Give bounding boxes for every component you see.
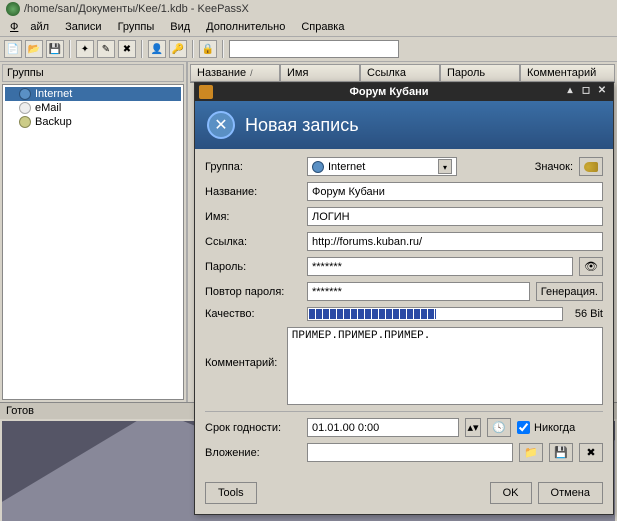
- app-icon: [6, 2, 20, 16]
- globe-icon: [312, 161, 324, 173]
- key-icon: [199, 85, 213, 99]
- toolbar-separator: [222, 40, 224, 58]
- menu-view[interactable]: Вид: [164, 20, 196, 34]
- title-input[interactable]: [307, 182, 603, 201]
- tree-item-backup[interactable]: Backup: [5, 115, 181, 129]
- menu-help[interactable]: Справка: [295, 20, 350, 34]
- main-titlebar: /home/san/Документы/Kee/1.kdb - KeePassX: [0, 0, 617, 18]
- chevron-down-icon: ▾: [438, 159, 452, 174]
- icon-picker-button[interactable]: [579, 157, 603, 176]
- generate-button[interactable]: Генерация.: [536, 282, 603, 301]
- tree-item-internet[interactable]: Internet: [5, 87, 181, 101]
- title-label: Название:: [205, 186, 301, 198]
- dialog-footer: Tools OK Отмена: [195, 476, 613, 514]
- comment-label: Комментарий:: [205, 357, 281, 369]
- col-comment[interactable]: Комментарий: [520, 64, 615, 82]
- new-entry-dialog: Форум Кубани ▴ ◻ ✕ ✕ Новая запись Группа…: [194, 82, 614, 515]
- dialog-banner: ✕ Новая запись: [195, 101, 613, 149]
- group-label: Группа:: [205, 161, 301, 173]
- main-window: /home/san/Документы/Kee/1.kdb - KeePassX…: [0, 0, 617, 518]
- edit-entry-button[interactable]: ✎: [97, 40, 115, 58]
- never-checkbox[interactable]: Никогда: [517, 421, 575, 434]
- icon-label: Значок:: [535, 161, 573, 173]
- dialog-titlebar[interactable]: Форум Кубани ▴ ◻ ✕: [195, 83, 613, 101]
- tree-label: Backup: [35, 116, 72, 128]
- copy-user-button[interactable]: 👤: [148, 40, 166, 58]
- sidebar: Группы Internet eMail Backup: [0, 62, 188, 402]
- menu-groups[interactable]: Группы: [112, 20, 161, 34]
- search-input[interactable]: [229, 40, 399, 58]
- maximize-button[interactable]: ◻: [579, 86, 593, 98]
- sidebar-title: Группы: [2, 64, 184, 82]
- reveal-pwd-button[interactable]: 👁: [579, 257, 603, 276]
- roll-up-button[interactable]: ▴: [563, 86, 577, 98]
- user-label: Имя:: [205, 211, 301, 223]
- attach-remove-button[interactable]: ✖: [579, 443, 603, 462]
- col-pwd[interactable]: Пароль: [440, 64, 520, 82]
- menubar: Файл Записи Группы Вид Дополнительно Спр…: [0, 18, 617, 37]
- toolbar-separator: [192, 40, 194, 58]
- quality-label: Качество:: [205, 308, 301, 320]
- cancel-button[interactable]: Отмена: [538, 482, 603, 504]
- never-label: Никогда: [534, 422, 575, 434]
- toolbar-separator: [141, 40, 143, 58]
- attach-label: Вложение:: [205, 447, 301, 459]
- ok-button[interactable]: OK: [490, 482, 532, 504]
- toolbar: 📄 📂 💾 ✦ ✎ ✖ 👤 🔑 🔒: [0, 37, 617, 62]
- attach-add-button[interactable]: 📁: [519, 443, 543, 462]
- pwd-input[interactable]: [307, 257, 573, 276]
- col-title[interactable]: Название/: [190, 64, 280, 82]
- tree-item-email[interactable]: eMail: [5, 101, 181, 115]
- backup-icon: [19, 116, 31, 128]
- open-db-button[interactable]: 📂: [25, 40, 43, 58]
- comment-input[interactable]: [287, 327, 603, 405]
- expires-spin[interactable]: ▴▾: [465, 418, 481, 437]
- user-input[interactable]: [307, 207, 603, 226]
- quality-bar: [307, 307, 563, 321]
- quality-text: 56 Bit: [575, 308, 603, 320]
- lock-button[interactable]: 🔒: [199, 40, 217, 58]
- new-db-button[interactable]: 📄: [4, 40, 22, 58]
- save-db-button[interactable]: 💾: [46, 40, 64, 58]
- copy-pwd-button[interactable]: 🔑: [169, 40, 187, 58]
- divider: [205, 411, 603, 412]
- never-check-input[interactable]: [517, 421, 530, 434]
- window-title: /home/san/Документы/Kee/1.kdb - KeePassX: [24, 3, 249, 15]
- tree-label: Internet: [35, 88, 72, 100]
- key-icon: [584, 162, 598, 172]
- col-url[interactable]: Ссылка: [360, 64, 440, 82]
- group-dropdown[interactable]: Internet ▾: [307, 157, 457, 176]
- menu-entries[interactable]: Записи: [59, 20, 108, 34]
- url-label: Ссылка:: [205, 236, 301, 248]
- group-tree[interactable]: Internet eMail Backup: [2, 84, 184, 400]
- attach-input[interactable]: [307, 443, 513, 462]
- group-value: Internet: [328, 161, 365, 173]
- repeat-input[interactable]: [307, 282, 530, 301]
- wrench-icon: ✕: [207, 111, 235, 139]
- close-button[interactable]: ✕: [595, 86, 609, 98]
- delete-entry-button[interactable]: ✖: [118, 40, 136, 58]
- menu-file[interactable]: Файл: [4, 20, 55, 34]
- column-headers: Название/ Имя Ссылка Пароль Комментарий: [190, 64, 615, 83]
- repeat-label: Повтор пароля:: [205, 286, 301, 298]
- url-input[interactable]: [307, 232, 603, 251]
- pwd-label: Пароль:: [205, 261, 301, 273]
- expires-input[interactable]: [307, 418, 459, 437]
- calendar-button[interactable]: 🕓: [487, 418, 511, 437]
- mail-icon: [19, 102, 31, 114]
- tools-button[interactable]: Tools: [205, 482, 257, 504]
- globe-icon: [19, 88, 31, 100]
- toolbar-separator: [69, 40, 71, 58]
- col-user[interactable]: Имя: [280, 64, 360, 82]
- expires-label: Срок годности:: [205, 422, 301, 434]
- banner-title: Новая запись: [245, 115, 359, 136]
- add-entry-button[interactable]: ✦: [76, 40, 94, 58]
- tree-label: eMail: [35, 102, 61, 114]
- attach-save-button[interactable]: 💾: [549, 443, 573, 462]
- dialog-title: Форум Кубани: [217, 86, 561, 98]
- menu-extras[interactable]: Дополнительно: [200, 20, 291, 34]
- dialog-body: Группа: Internet ▾ Значок: Название: Имя…: [195, 149, 613, 476]
